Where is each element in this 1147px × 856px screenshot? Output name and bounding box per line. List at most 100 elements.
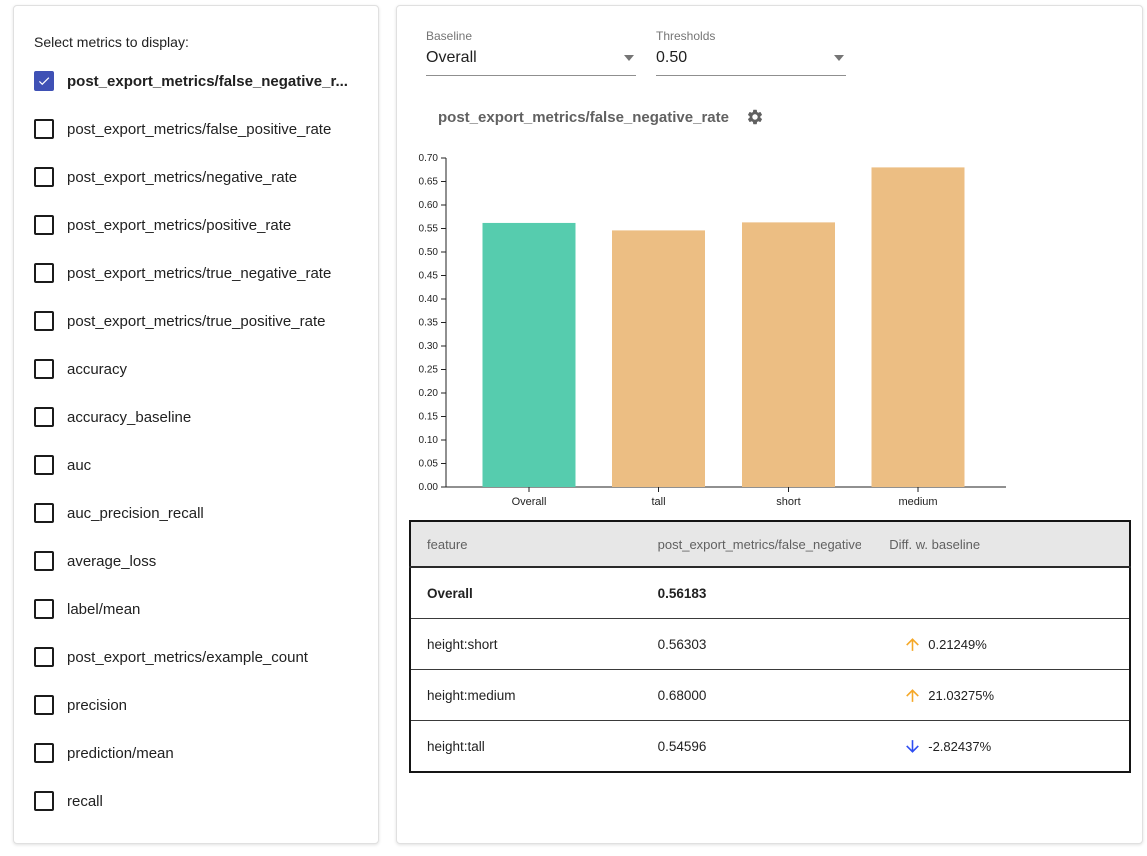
metric-label: post_export_metrics/true_positive_rate bbox=[67, 313, 325, 330]
metric-checkbox-row[interactable]: label/mean bbox=[14, 585, 378, 633]
metric-value-cell: 0.54596 bbox=[642, 721, 862, 773]
unchecked-checkbox-icon[interactable] bbox=[34, 599, 54, 619]
feature-cell: height:medium bbox=[410, 670, 642, 721]
col-header-diff: Diff. w. baseline bbox=[861, 521, 1130, 567]
baseline-select-label: Baseline bbox=[426, 29, 636, 43]
y-tick-label: 0.70 bbox=[419, 153, 439, 164]
metric-checkbox-row[interactable]: average_loss bbox=[14, 537, 378, 585]
chart-title: post_export_metrics/false_negative_rate bbox=[438, 109, 729, 126]
diff-value: 21.03275% bbox=[928, 688, 994, 703]
unchecked-checkbox-icon[interactable] bbox=[34, 551, 54, 571]
y-tick-label: 0.55 bbox=[419, 224, 439, 235]
metric-detail-panel: Baseline Overall Thresholds 0.50 post_ex… bbox=[396, 5, 1143, 844]
metric-checkbox-row[interactable]: post_export_metrics/true_positive_rate bbox=[14, 297, 378, 345]
col-header-feature: feature bbox=[410, 521, 642, 567]
metric-label: post_export_metrics/false_positive_rate bbox=[67, 121, 331, 138]
y-tick-label: 0.65 bbox=[419, 177, 439, 188]
y-tick-label: 0.45 bbox=[419, 271, 439, 282]
unchecked-checkbox-icon[interactable] bbox=[34, 311, 54, 331]
diff-value: -2.82437% bbox=[928, 739, 991, 754]
metric-checkbox-row[interactable]: accuracy bbox=[14, 345, 378, 393]
metric-label: auc bbox=[67, 457, 91, 474]
x-tick-label: medium bbox=[898, 496, 937, 508]
metric-value-cell: 0.56183 bbox=[642, 567, 862, 619]
metric-label: average_loss bbox=[67, 553, 156, 570]
metric-label: post_export_metrics/true_negative_rate bbox=[67, 265, 331, 282]
table-row[interactable]: height:tall0.54596 -2.82437% bbox=[410, 721, 1130, 773]
false-negative-rate-bar-chart: 0.000.050.100.150.200.250.300.350.400.45… bbox=[416, 151, 1076, 521]
arrow-down-icon bbox=[903, 737, 922, 756]
unchecked-checkbox-icon[interactable] bbox=[34, 695, 54, 715]
metric-selector-panel: Select metrics to display: post_export_m… bbox=[13, 5, 379, 844]
metric-checkbox-row[interactable]: recall bbox=[14, 777, 378, 825]
col-header-metric: post_export_metrics/false_negative_rat..… bbox=[642, 521, 862, 567]
thresholds-select[interactable]: Thresholds 0.50 bbox=[656, 29, 846, 76]
unchecked-checkbox-icon[interactable] bbox=[34, 455, 54, 475]
metric-label: label/mean bbox=[67, 601, 140, 618]
feature-cell: Overall bbox=[410, 567, 642, 619]
arrow-up-icon bbox=[903, 686, 922, 705]
y-tick-label: 0.40 bbox=[419, 294, 439, 305]
metric-label: post_export_metrics/negative_rate bbox=[67, 169, 297, 186]
metric-checkbox-row[interactable]: post_export_metrics/positive_rate bbox=[14, 201, 378, 249]
diff-cell: 0.21249% bbox=[861, 619, 1130, 670]
baseline-select-value[interactable]: Overall bbox=[426, 46, 636, 76]
unchecked-checkbox-icon[interactable] bbox=[34, 647, 54, 667]
y-tick-label: 0.25 bbox=[419, 365, 439, 376]
thresholds-select-label: Thresholds bbox=[656, 29, 846, 43]
chevron-down-icon bbox=[624, 55, 634, 61]
metrics-table: feature post_export_metrics/false_negati… bbox=[409, 520, 1131, 773]
y-tick-label: 0.00 bbox=[419, 482, 439, 493]
unchecked-checkbox-icon[interactable] bbox=[34, 407, 54, 427]
metric-label: auc_precision_recall bbox=[67, 505, 204, 522]
chevron-down-icon bbox=[834, 55, 844, 61]
metric-checkbox-row[interactable]: prediction/mean bbox=[14, 729, 378, 777]
y-tick-label: 0.35 bbox=[419, 318, 439, 329]
diff-cell: -2.82437% bbox=[861, 721, 1130, 773]
unchecked-checkbox-icon[interactable] bbox=[34, 743, 54, 763]
metric-checkbox-row[interactable]: post_export_metrics/example_count bbox=[14, 633, 378, 681]
table-row[interactable]: height:medium0.68000 21.03275% bbox=[410, 670, 1130, 721]
unchecked-checkbox-icon[interactable] bbox=[34, 359, 54, 379]
unchecked-checkbox-icon[interactable] bbox=[34, 791, 54, 811]
gear-icon[interactable] bbox=[746, 108, 764, 126]
metric-checkbox-row[interactable]: post_export_metrics/false_negative_r... bbox=[14, 57, 378, 105]
table-row[interactable]: Overall0.56183 bbox=[410, 567, 1130, 619]
metric-checkbox-row[interactable]: post_export_metrics/negative_rate bbox=[14, 153, 378, 201]
baseline-select[interactable]: Baseline Overall bbox=[426, 29, 636, 76]
bar-short[interactable] bbox=[742, 222, 835, 487]
unchecked-checkbox-icon[interactable] bbox=[34, 503, 54, 523]
diff-cell: 21.03275% bbox=[861, 670, 1130, 721]
diff-value: 0.21249% bbox=[928, 637, 987, 652]
checked-checkbox-icon[interactable] bbox=[34, 71, 54, 91]
metric-checkbox-row[interactable]: auc_precision_recall bbox=[14, 489, 378, 537]
x-tick-label: tall bbox=[651, 496, 665, 508]
metric-checkbox-row[interactable]: precision bbox=[14, 681, 378, 729]
y-tick-label: 0.30 bbox=[419, 341, 439, 352]
y-tick-label: 0.15 bbox=[419, 412, 439, 423]
chart-title-row: post_export_metrics/false_negative_rate bbox=[438, 108, 764, 126]
feature-cell: height:short bbox=[410, 619, 642, 670]
bar-Overall[interactable] bbox=[483, 223, 576, 487]
bar-tall[interactable] bbox=[612, 230, 705, 487]
metric-label: accuracy bbox=[67, 361, 127, 378]
table-row[interactable]: height:short0.563030.21249% bbox=[410, 619, 1130, 670]
table-header-row: feature post_export_metrics/false_negati… bbox=[410, 521, 1130, 567]
unchecked-checkbox-icon[interactable] bbox=[34, 215, 54, 235]
metric-checkbox-row[interactable]: auc bbox=[14, 441, 378, 489]
unchecked-checkbox-icon[interactable] bbox=[34, 263, 54, 283]
metric-value-cell: 0.68000 bbox=[642, 670, 862, 721]
metric-checkbox-list: post_export_metrics/false_negative_r...p… bbox=[14, 57, 378, 825]
metric-checkbox-row[interactable]: post_export_metrics/false_positive_rate bbox=[14, 105, 378, 153]
feature-cell: height:tall bbox=[410, 721, 642, 773]
y-tick-label: 0.05 bbox=[419, 459, 439, 470]
metric-label: post_export_metrics/false_negative_r... bbox=[67, 73, 348, 90]
x-tick-label: Overall bbox=[512, 496, 547, 508]
thresholds-select-value[interactable]: 0.50 bbox=[656, 46, 846, 76]
metric-checkbox-row[interactable]: post_export_metrics/true_negative_rate bbox=[14, 249, 378, 297]
unchecked-checkbox-icon[interactable] bbox=[34, 119, 54, 139]
metric-label: precision bbox=[67, 697, 127, 714]
unchecked-checkbox-icon[interactable] bbox=[34, 167, 54, 187]
bar-medium[interactable] bbox=[872, 167, 965, 487]
metric-checkbox-row[interactable]: accuracy_baseline bbox=[14, 393, 378, 441]
